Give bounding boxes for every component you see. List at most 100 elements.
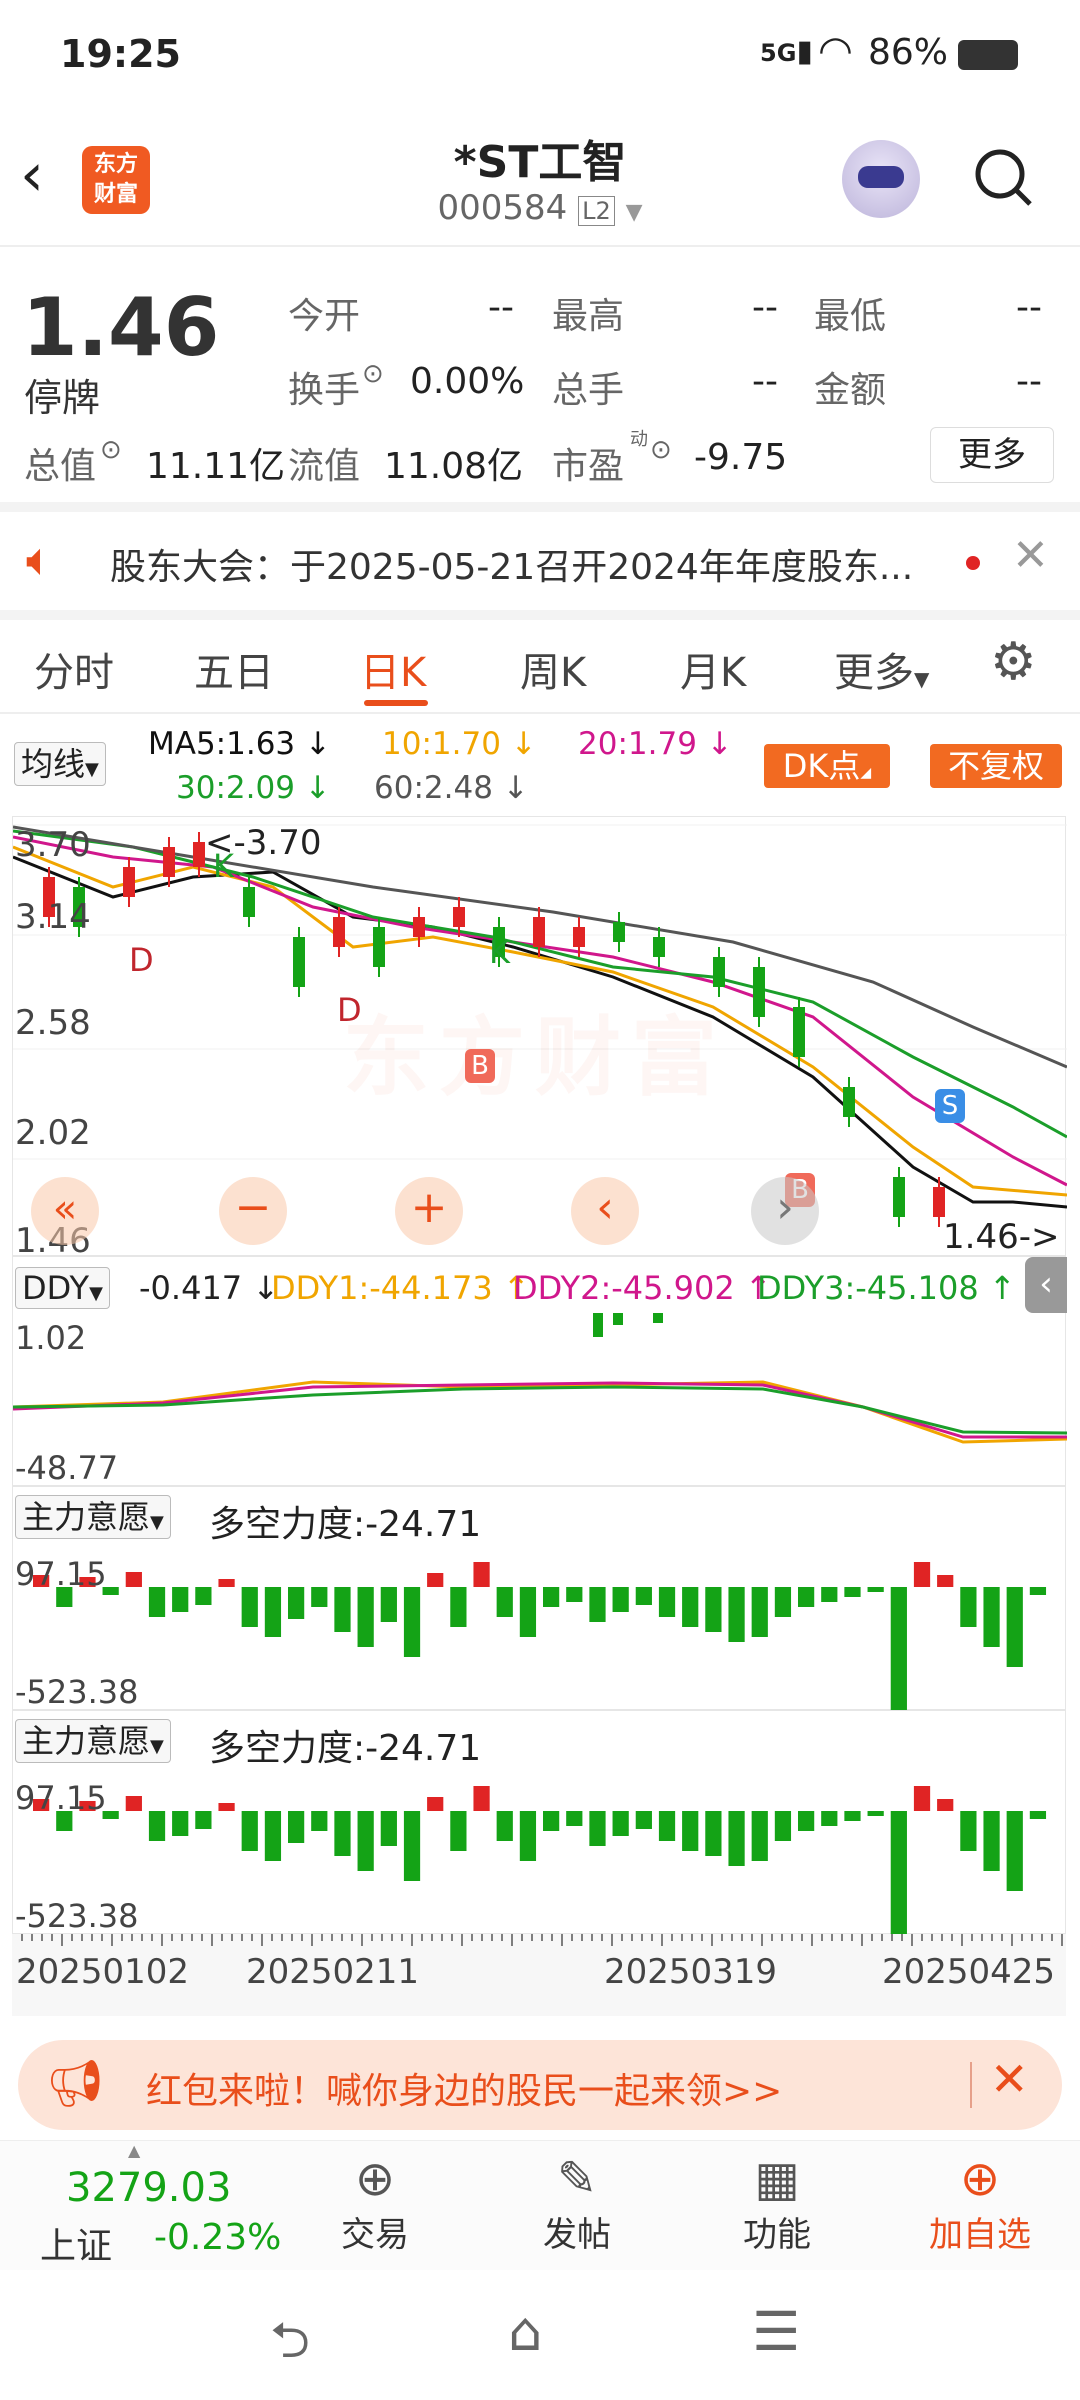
force-bar [635, 1811, 652, 1829]
force-bar [658, 1811, 676, 1841]
force-bar [334, 1811, 351, 1856]
info-icon[interactable]: ⊙ [100, 435, 122, 465]
force-y-bottom: -523.38 [15, 1897, 139, 1935]
force-bar [334, 1587, 351, 1632]
force-bar [890, 1811, 907, 1935]
ddy-panel[interactable]: DDY▼ -0.417 ↓ DDY1:-44.173 ↑ DDY2:-45.90… [12, 1256, 1067, 1487]
main-force-panel[interactable]: 主力意愿▼ 多空力度:-24.71 97.15 -523.38 [12, 1486, 1066, 1711]
close-icon[interactable]: ✕ [1012, 530, 1049, 581]
trade-button[interactable]: ⊕ 交易 [310, 2151, 440, 2256]
force-bar [148, 1811, 166, 1841]
zoom-out-button[interactable]: − [219, 1177, 287, 1245]
search-icon[interactable] [972, 146, 1034, 208]
force-bar [450, 1811, 467, 1851]
battery-icon [958, 40, 1018, 70]
stock-code-row[interactable]: 000584 L2 ▼ [340, 188, 740, 228]
no-adjust-button[interactable]: 不复权 [930, 744, 1062, 788]
force-bar [774, 1811, 792, 1841]
post-button[interactable]: ✎ 发帖 [512, 2151, 642, 2256]
candle-body [753, 967, 765, 1017]
back-nav-icon[interactable]: ⮌ [270, 2304, 310, 2389]
force-bar [496, 1811, 513, 1841]
watermark: 东方财富 [343, 1008, 727, 1108]
ma10-label: 10:1.70 ↓ [382, 726, 537, 762]
indicator-selector[interactable]: 均线▼ [14, 742, 106, 786]
force-bar [1006, 1811, 1023, 1891]
candle-body [793, 1007, 805, 1057]
candle-body [573, 927, 585, 947]
y-label-4: 2.02 [15, 1113, 91, 1153]
force-bar [496, 1587, 513, 1617]
stock-title: *ST工智 [453, 137, 627, 188]
tab-five-day[interactable]: 五日 [194, 640, 274, 698]
candle-body [373, 927, 385, 967]
home-nav-icon[interactable]: ⌂ [508, 2300, 542, 2363]
force-bar [218, 1579, 235, 1587]
robot-assistant-icon[interactable] [842, 140, 920, 218]
app-logo[interactable]: 东方 财富 [82, 146, 150, 214]
tab-monthly-k[interactable]: 月K [680, 640, 746, 698]
force-bar [682, 1811, 699, 1851]
settings-gear-icon[interactable]: ⚙ [990, 632, 1037, 692]
force-bar [519, 1811, 537, 1861]
candle-body [613, 922, 625, 942]
back-icon[interactable]: ‹ [20, 140, 44, 210]
more-button[interactable]: 更多 [930, 427, 1054, 483]
ddy3-line [13, 1385, 1067, 1435]
battery-percent: 86% [868, 32, 949, 73]
force-bar [635, 1587, 652, 1605]
scroll-start-button[interactable]: « [31, 1177, 99, 1245]
menu-nav-icon[interactable]: ☰ [752, 2300, 800, 2363]
force-bar [1029, 1587, 1047, 1595]
force-bar [983, 1811, 1000, 1871]
scroll-left-button[interactable]: ‹ [571, 1177, 639, 1245]
kline-chart[interactable]: 东方财富 3.70 3.14 2.58 2.02 1.46 <-3.70 1.4… [12, 816, 1067, 1261]
buy-marker: B [465, 1049, 495, 1083]
tab-daily-k[interactable]: 日K [360, 640, 426, 698]
add-watchlist-button[interactable]: ⊕ 加自选 [910, 2151, 1050, 2256]
zoom-in-button[interactable]: + [395, 1177, 463, 1245]
main-force-panel-2[interactable]: 主力意愿▼ 多空力度:-24.71 97.15 -523.38 [12, 1710, 1066, 1935]
info-icon[interactable]: ⊙ [362, 359, 384, 389]
functions-button[interactable]: ▦ 功能 [712, 2151, 842, 2256]
promo-banner[interactable]: 📢︎ 红包来啦！喊你身边的股民一起来领>> ✕ [18, 2040, 1062, 2130]
volume-value: -- [752, 361, 778, 402]
candle-body [123, 867, 135, 897]
force-bar [380, 1811, 397, 1846]
tab-intraday[interactable]: 分时 [34, 640, 114, 698]
force-bar [913, 1786, 931, 1811]
y-label-3: 2.58 [15, 1003, 91, 1043]
force-bar [751, 1811, 768, 1861]
force-bar [566, 1811, 583, 1826]
force-bar [821, 1811, 838, 1826]
force-bar [751, 1587, 768, 1637]
marker-k: K [213, 847, 234, 885]
force-y-top: 97.15 [15, 1779, 107, 1817]
ma60-label: 60:2.48 ↓ [374, 770, 529, 806]
force-bar [844, 1587, 861, 1597]
force-bar [264, 1587, 282, 1637]
marker-k: K [489, 933, 510, 971]
chevron-up-icon: ▲ [128, 2141, 141, 2160]
force-bar [937, 1799, 954, 1811]
index-widget[interactable]: ▲ 3279.03 上证 -0.23% [0, 2141, 290, 2271]
wifi-icon: ◠ [818, 28, 853, 74]
float-value: 11.08亿 [384, 446, 524, 487]
dk-point-button[interactable]: DK点◢ [764, 744, 890, 788]
tab-weekly-k[interactable]: 周K [520, 640, 586, 698]
notice-bar[interactable]: 🔈︎ 股东大会：于2025-05-21召开2024年年度股东... ✕ [0, 512, 1080, 610]
tab-more[interactable]: 更多▼ [834, 640, 929, 698]
turnover-value: 0.00% [410, 361, 525, 402]
close-icon[interactable]: ✕ [990, 2052, 1029, 2106]
x-axis: 20250102 20250211 20250319 20250425 [12, 1934, 1066, 2016]
force-bar [658, 1587, 676, 1617]
x-date: 20250211 [246, 1952, 420, 1992]
pe-sup: 动 [630, 429, 648, 450]
index-value: 3279.03 [66, 2165, 232, 2211]
info-icon[interactable]: ⊙ [650, 435, 672, 465]
quote-panel: 1.46 停牌 今开 -- 最高 -- 最低 -- 换手 ⊙ 0.00% 总手 … [0, 247, 1080, 502]
force-bar [774, 1587, 792, 1617]
scroll-right-button[interactable]: › [751, 1177, 819, 1245]
signal-icon: 5G▮ [760, 34, 813, 69]
system-nav-bar: ⮌ ⌂ ☰ [0, 2270, 1080, 2400]
